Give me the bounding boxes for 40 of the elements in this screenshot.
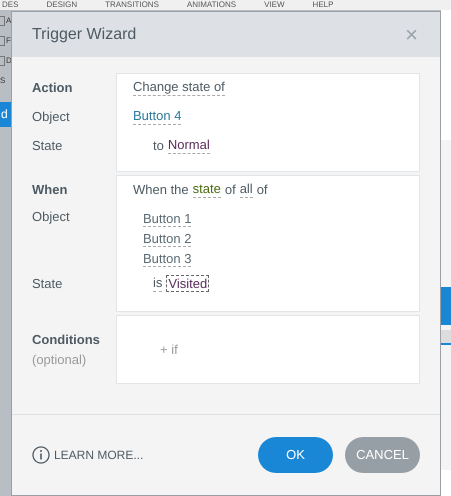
state-value[interactable]: Normal — [168, 137, 210, 154]
field-label: Object — [32, 108, 71, 126]
object-link[interactable]: Button 4 — [133, 108, 182, 125]
item-label: A — [6, 17, 12, 25]
menu-item[interactable]: DES — [2, 0, 18, 10]
menu-item[interactable]: ANIMATIONS — [186, 0, 236, 10]
phrase-text: of — [224, 180, 236, 199]
info-icon — [32, 446, 50, 464]
phrase-text: When the — [133, 180, 189, 199]
section-heading: Action — [32, 78, 74, 97]
selected-item[interactable]: d — [0, 102, 11, 127]
ok-button[interactable]: OK — [258, 437, 333, 473]
phrase-link[interactable]: all — [240, 181, 253, 198]
optional-note: (optional) — [32, 350, 88, 369]
learn-more-link[interactable]: LEARN MORE... — [32, 446, 144, 464]
menu-item[interactable]: TRANSITIONS — [105, 0, 159, 10]
item-label: S — [0, 77, 6, 85]
object-link[interactable]: Button 2 — [143, 230, 192, 248]
phrase-text: of — [256, 180, 268, 199]
tab-strip — [441, 330, 451, 345]
item-label: F — [6, 37, 11, 45]
object-link[interactable]: Button 3 — [143, 250, 192, 268]
field-label: Object — [32, 208, 71, 226]
section-heading: When — [32, 180, 68, 199]
field-label: State — [32, 274, 64, 293]
dialog-title: Trigger Wizard — [32, 24, 136, 44]
state-prefix[interactable]: is — [153, 275, 162, 292]
phrase-link[interactable]: Change state of — [133, 79, 225, 96]
menu-item[interactable]: DESIGN — [46, 0, 78, 10]
state-prefix: to — [153, 136, 164, 155]
menu-item[interactable]: VIEW — [264, 0, 285, 10]
checkbox[interactable] — [0, 56, 5, 66]
section-heading: Conditions — [32, 331, 101, 349]
field-label: State — [32, 136, 64, 155]
object-link[interactable]: Button 1 — [143, 210, 192, 228]
phrase-link[interactable]: state — [192, 181, 221, 198]
menu-item[interactable]: HELP — [312, 0, 334, 10]
state-value[interactable]: Visited — [166, 274, 210, 292]
checkbox[interactable] — [0, 16, 5, 26]
checkbox[interactable] — [0, 36, 5, 46]
